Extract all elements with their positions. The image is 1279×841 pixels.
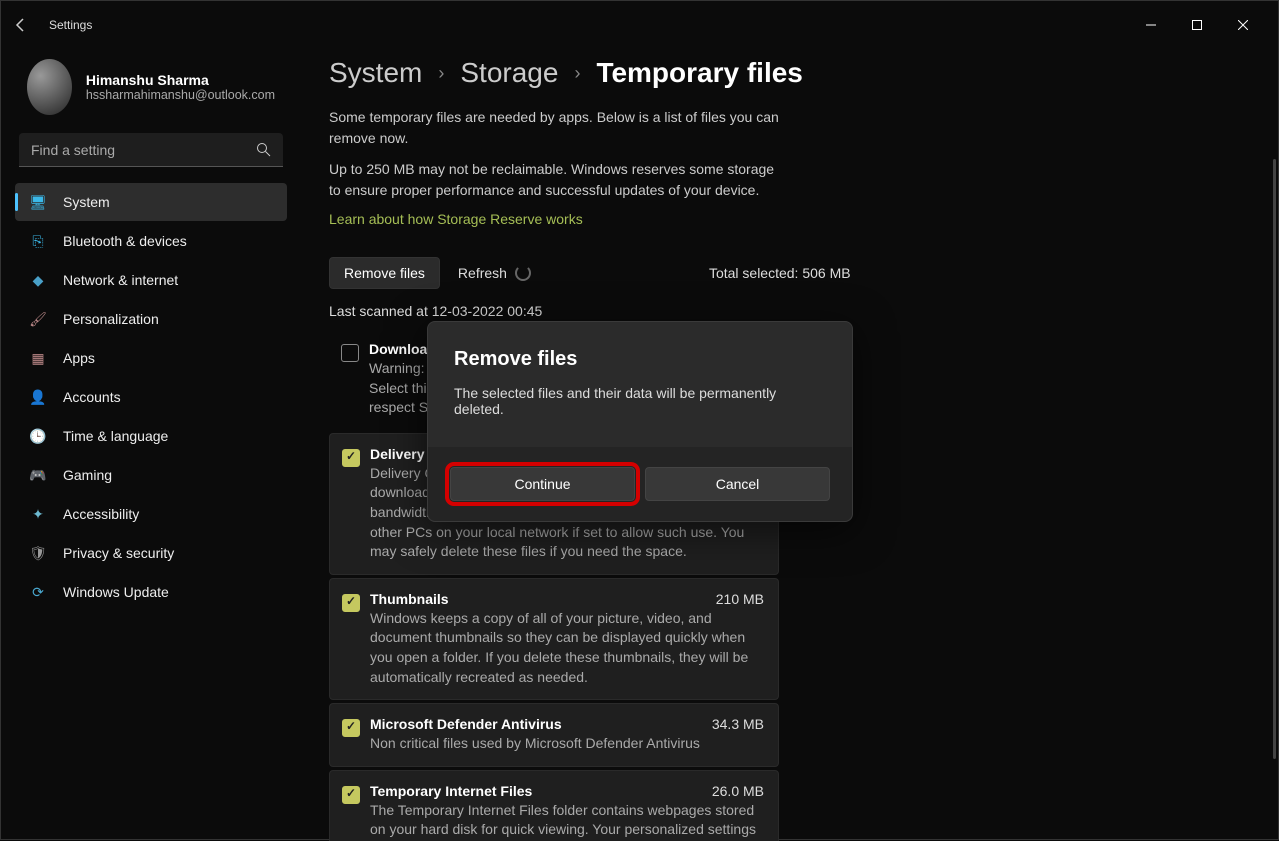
sidebar-item-label: Network & internet <box>63 272 178 288</box>
sidebar-item-update[interactable]: ⟳ Windows Update <box>15 573 287 611</box>
intro-text-1: Some temporary files are needed by apps.… <box>329 107 789 149</box>
file-card: Temporary Internet Files 26.0 MB The Tem… <box>329 770 779 841</box>
search-input[interactable] <box>19 133 283 167</box>
breadcrumb-current: Temporary files <box>596 57 802 89</box>
search-box <box>19 133 283 167</box>
sidebar-item-accounts[interactable]: 👤 Accounts <box>15 378 287 416</box>
profile-block[interactable]: Himanshu Sharma hssharmahimanshu@outlook… <box>9 49 293 133</box>
accessibility-icon: ✦ <box>29 505 47 523</box>
cancel-button[interactable]: Cancel <box>645 467 830 501</box>
intro-text-2: Up to 250 MB may not be reclaimable. Win… <box>329 159 789 201</box>
bluetooth-icon: ⎘ <box>29 232 47 250</box>
file-description: Windows keeps a copy of all of your pict… <box>370 609 764 687</box>
scrollbar[interactable] <box>1273 159 1276 759</box>
sidebar-item-gaming[interactable]: 🎮 Gaming <box>15 456 287 494</box>
apps-icon: ▦ <box>29 349 47 367</box>
sidebar-item-label: Accessibility <box>63 506 139 522</box>
total-selected: Total selected: 506 MB <box>709 265 859 281</box>
chevron-right-icon: › <box>438 63 444 84</box>
sidebar-item-accessibility[interactable]: ✦ Accessibility <box>15 495 287 533</box>
storage-reserve-link[interactable]: Learn about how Storage Reserve works <box>329 211 583 227</box>
chevron-right-icon: › <box>574 63 580 84</box>
file-card: Thumbnails 210 MB Windows keeps a copy o… <box>329 578 779 700</box>
file-checkbox[interactable] <box>342 594 360 612</box>
avatar <box>27 59 72 115</box>
breadcrumb-storage[interactable]: Storage <box>460 57 558 89</box>
dialog-text: The selected files and their data will b… <box>454 385 826 417</box>
profile-email: hssharmahimanshu@outlook.com <box>86 88 275 102</box>
sidebar-item-time[interactable]: 🕒 Time & language <box>15 417 287 455</box>
network-icon: ◆ <box>29 271 47 289</box>
file-description: Non critical files used by Microsoft Def… <box>370 734 764 754</box>
file-checkbox[interactable] <box>342 719 360 737</box>
sidebar-item-label: Time & language <box>63 428 168 444</box>
time-icon: 🕒 <box>29 427 47 445</box>
sidebar-item-network[interactable]: ◆ Network & internet <box>15 261 287 299</box>
search-icon[interactable] <box>256 142 271 162</box>
breadcrumb: System › Storage › Temporary files <box>329 57 1250 89</box>
privacy-icon: 🛡 <box>29 544 47 562</box>
app-title: Settings <box>49 18 92 32</box>
update-icon: ⟳ <box>29 583 47 601</box>
personalization-icon: 🖌 <box>29 310 47 328</box>
sidebar-item-label: Gaming <box>63 467 112 483</box>
dialog-title: Remove files <box>454 348 826 371</box>
accounts-icon: 👤 <box>29 388 47 406</box>
file-checkbox[interactable] <box>342 449 360 467</box>
window-controls <box>1128 9 1266 41</box>
minimize-button[interactable] <box>1128 9 1174 41</box>
sidebar-item-personalization[interactable]: 🖌 Personalization <box>15 300 287 338</box>
action-row: Remove files Refresh Total selected: 506… <box>329 257 1250 289</box>
file-title: Temporary Internet Files <box>370 783 532 799</box>
close-button[interactable] <box>1220 9 1266 41</box>
file-checkbox[interactable] <box>342 786 360 804</box>
gaming-icon: 🎮 <box>29 466 47 484</box>
file-checkbox[interactable] <box>341 344 359 362</box>
spinner-icon <box>515 265 531 281</box>
sidebar-item-bluetooth[interactable]: ⎘ Bluetooth & devices <box>15 222 287 260</box>
last-scanned: Last scanned at 12-03-2022 00:45 <box>329 303 1250 319</box>
sidebar-item-label: Accounts <box>63 389 121 405</box>
sidebar-item-system[interactable]: 🖥 System <box>15 183 287 221</box>
file-description: The Temporary Internet Files folder cont… <box>370 801 764 841</box>
refresh-button[interactable]: Refresh <box>458 265 531 281</box>
sidebar-item-label: System <box>63 194 110 210</box>
sidebar-item-label: Personalization <box>63 311 159 327</box>
sidebar-item-privacy[interactable]: 🛡 Privacy & security <box>15 534 287 572</box>
profile-name: Himanshu Sharma <box>86 72 275 88</box>
file-title: Thumbnails <box>370 591 449 607</box>
sidebar-item-label: Privacy & security <box>63 545 174 561</box>
file-size: 26.0 MB <box>712 783 764 799</box>
maximize-button[interactable] <box>1174 9 1220 41</box>
remove-files-dialog: Remove files The selected files and thei… <box>427 321 853 522</box>
sidebar-item-label: Windows Update <box>63 584 169 600</box>
remove-files-button[interactable]: Remove files <box>329 257 440 289</box>
file-title: Microsoft Defender Antivirus <box>370 716 562 732</box>
nav-list: 🖥 System ⎘ Bluetooth & devices ◆ Network & in… <box>9 183 293 611</box>
breadcrumb-system[interactable]: System <box>329 57 422 89</box>
sidebar-item-apps[interactable]: ▦ Apps <box>15 339 287 377</box>
sidebar-item-label: Apps <box>63 350 95 366</box>
back-icon[interactable] <box>13 17 29 33</box>
titlebar: Settings <box>1 1 1278 49</box>
sidebar-item-label: Bluetooth & devices <box>63 233 187 249</box>
file-size: 210 MB <box>716 591 764 607</box>
system-icon: 🖥 <box>29 193 47 211</box>
file-card: Microsoft Defender Antivirus 34.3 MB Non… <box>329 703 779 767</box>
file-size: 34.3 MB <box>712 716 764 732</box>
continue-button[interactable]: Continue <box>450 467 635 501</box>
sidebar: Himanshu Sharma hssharmahimanshu@outlook… <box>1 49 301 841</box>
refresh-label: Refresh <box>458 265 507 281</box>
